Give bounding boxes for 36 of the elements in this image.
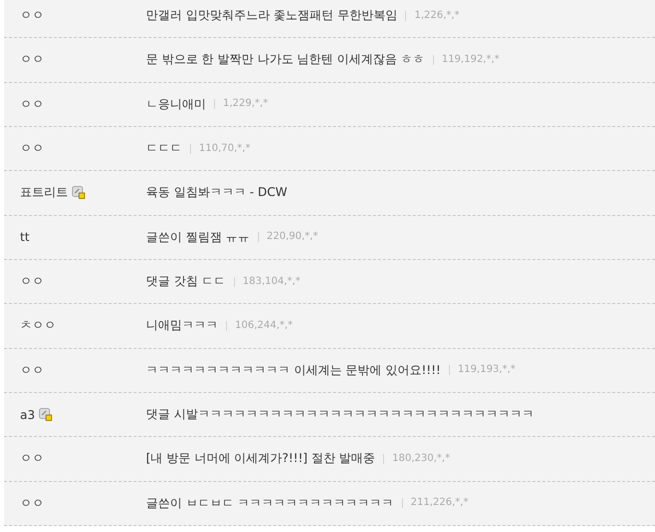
- ip-address: 211,226,*,*: [402, 498, 468, 508]
- comment-text: ㄷㄷㄷ: [146, 140, 182, 158]
- commenter-name: ㅇㅇ: [20, 51, 44, 68]
- commenter-name: ㅊㅇㅇ: [20, 317, 56, 334]
- comment-text: 글쓴이 ㅂㄷㅂㄷ ㅋㅋㅋㅋㅋㅋㅋㅋㅋㅋㅋㅋㅋ: [146, 494, 394, 512]
- commenter-name: ㅇㅇ: [20, 140, 44, 158]
- comment-text: 만갤러 입맛맞춰주느라 좇노잼패턴 무한반복임: [146, 7, 398, 24]
- ip-address: 183,104,*,*: [234, 276, 300, 287]
- comment-text: 글쓴이 찔림잼 ㅠㅠ: [146, 228, 250, 246]
- comment-text: 댓글 시발ㅋㅋㅋㅋㅋㅋㅋㅋㅋㅋㅋㅋㅋㅋㅋㅋㅋㅋㅋㅋㅋㅋㅋㅋㅋㅋㅋㅋ: [146, 406, 534, 424]
- member-icon: [39, 408, 52, 422]
- comment-text: 육동 일침봐ㅋㅋㅋ - DCW: [146, 184, 288, 202]
- commenter-name: ㅇㅇ: [20, 362, 44, 379]
- comment-text: [내 방문 너머에 이세계가?!!!] 절찬 발매중: [146, 450, 376, 468]
- commenter-name: ㅇㅇ: [20, 273, 44, 290]
- comment-text: 댓글 갓침 ㄷㄷ: [146, 273, 226, 290]
- commenter-name: tt: [20, 230, 30, 244]
- member-icon: [72, 186, 85, 200]
- ip-address: 180,230,*,*: [383, 454, 450, 464]
- commenter-name: 표트리트: [20, 184, 68, 202]
- commenter-name: ㅇㅇ: [20, 494, 44, 512]
- commenter-name: a3: [20, 408, 35, 422]
- ip-address: 110,70,*,*: [190, 144, 250, 154]
- ip-address: 1,229,*,*: [214, 99, 268, 110]
- ip-address: 119,193,*,*: [448, 365, 516, 376]
- comment-text: ㄴ응니애미: [146, 96, 206, 113]
- commenter-name: ㅇㅇ: [20, 96, 44, 113]
- commenter-name: ㅇㅇ: [20, 7, 44, 24]
- commenter-name: ㅇㅇ: [20, 450, 44, 468]
- comment-text: ㅋㅋㅋㅋㅋㅋㅋㅋㅋㅋㅋㅋ 이세계는 문밖에 있어요!!!!: [146, 362, 441, 379]
- ip-address: 220,90,*,*: [258, 232, 318, 242]
- ip-address: 119,192,*,*: [432, 54, 500, 65]
- ip-address: 1,226,*,*: [405, 10, 460, 21]
- comment-text: 니애밈ㅋㅋㅋ: [146, 317, 218, 334]
- ip-address: 106,244,*,*: [226, 320, 293, 331]
- comment-text: 문 밖으로 한 발짝만 나가도 님한텐 이세계잖음 ㅎㅎ: [146, 51, 425, 68]
